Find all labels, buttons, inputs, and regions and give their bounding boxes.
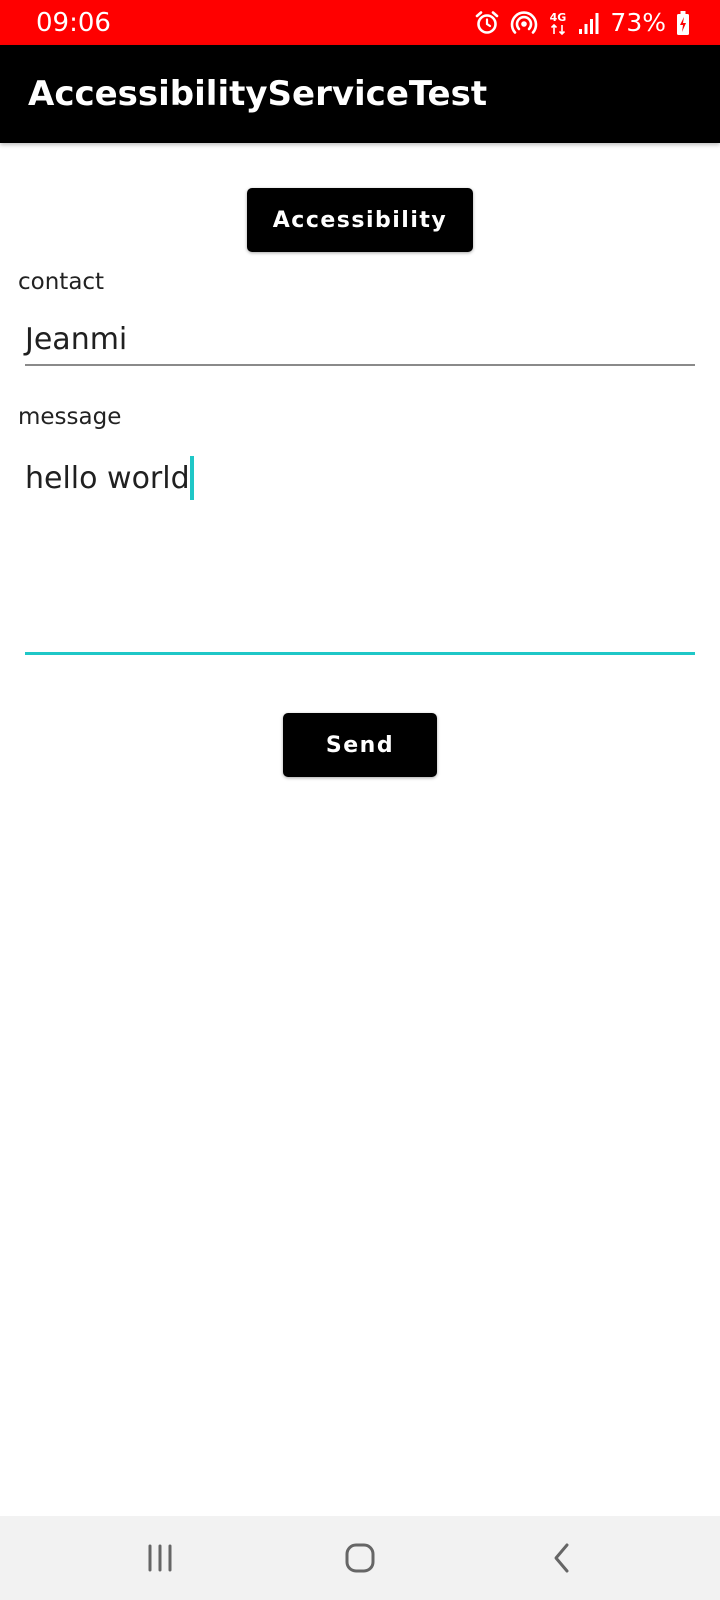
contact-input-value: Jeanmi	[25, 322, 128, 357]
status-time: 09:06	[36, 8, 111, 38]
accessibility-button-label: Accessibility	[272, 207, 448, 233]
home-button[interactable]	[340, 1538, 380, 1578]
status-icons: 4G 73%	[474, 6, 690, 40]
app-bar: AccessibilityServiceTest	[0, 45, 720, 143]
message-input[interactable]: hello world	[25, 456, 695, 655]
alarm-icon	[476, 11, 499, 34]
contact-label: contact	[18, 269, 105, 295]
navigation-bar	[0, 1516, 720, 1600]
message-label: message	[18, 404, 122, 430]
back-icon	[554, 1543, 569, 1573]
battery-percentage: 73%	[610, 8, 666, 37]
accessibility-button[interactable]: Accessibility	[247, 188, 473, 252]
recent-apps-button[interactable]	[140, 1538, 180, 1578]
app-title: AccessibilityServiceTest	[28, 74, 488, 114]
home-icon	[345, 1543, 375, 1573]
message-input-value: hello world	[25, 461, 190, 496]
status-bar: 09:06 4G 73%	[0, 0, 720, 45]
contact-input[interactable]: Jeanmi	[25, 318, 695, 366]
svg-text:4G: 4G	[550, 11, 567, 24]
recent-apps-icon	[148, 1544, 172, 1572]
send-button[interactable]: Send	[283, 713, 437, 777]
send-button-label: Send	[325, 732, 395, 758]
network-4g-icon: 4G	[550, 11, 567, 36]
text-cursor	[189, 456, 194, 500]
back-button[interactable]	[542, 1538, 582, 1578]
hotspot-icon	[511, 11, 538, 34]
battery-charging-icon	[677, 11, 689, 35]
signal-icon	[579, 13, 599, 34]
